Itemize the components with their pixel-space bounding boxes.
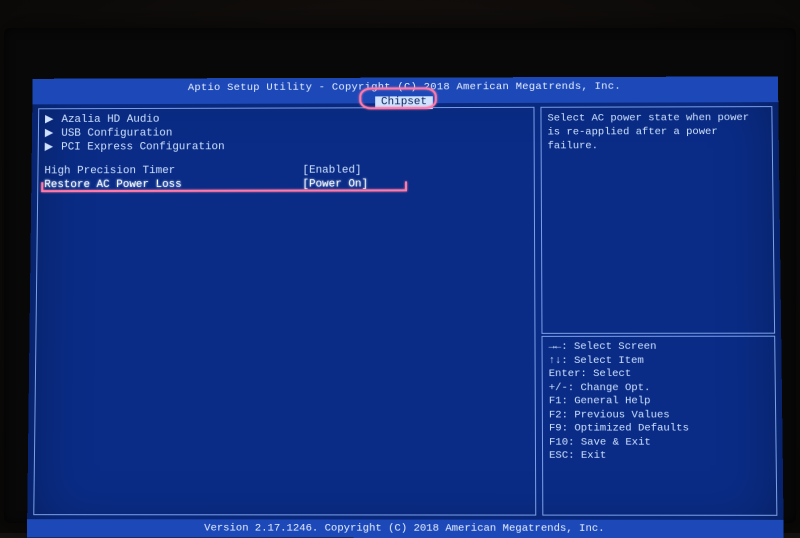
hotkey-line: F2: Previous Values — [549, 409, 769, 423]
title-bar: Aptio Setup Utility - Copyright (C) 2018… — [32, 76, 778, 104]
hotkey-line: F9: Optimized Defaults — [549, 423, 769, 437]
option-value: [Power On] — [302, 178, 368, 192]
hotkey-line: +/-: Change Opt. — [549, 382, 769, 396]
footer-bar: Version 2.17.1246. Copyright (C) 2018 Am… — [27, 519, 784, 538]
bios-screen: Aptio Setup Utility - Copyright (C) 2018… — [27, 76, 784, 538]
option-restore-ac-power-loss[interactable]: Restore AC Power Loss [Power On] — [44, 177, 528, 192]
hotkey-line: F1: General Help — [549, 396, 769, 410]
submenu-label: Azalia HD Audio — [61, 114, 159, 126]
help-text-box: Select AC power state when power is re-a… — [540, 106, 775, 334]
submenu-usb-configuration[interactable]: ▶ USB Configuration — [45, 126, 528, 141]
submenu-label: PCI Express Configuration — [61, 141, 225, 153]
hotkey-line: ↑↓: Select Item — [549, 355, 769, 369]
hotkeys-box: →←: Select Screen ↑↓: Select Item Enter:… — [541, 336, 777, 516]
option-high-precision-timer[interactable]: High Precision Timer [Enabled] — [44, 163, 527, 178]
body-area: ▶ Azalia HD Audio ▶ USB Configuration ▶ … — [27, 102, 783, 520]
help-text: Select AC power state when power is re-a… — [547, 112, 749, 152]
submenu-arrow-icon: ▶ — [45, 127, 55, 141]
option-value: [Enabled] — [302, 164, 361, 178]
submenu-label: USB Configuration — [61, 128, 172, 140]
utility-title: Aptio Setup Utility - Copyright (C) 2018… — [32, 79, 778, 95]
hotkey-line: F10: Save & Exit — [549, 437, 769, 451]
side-panel: Select AC power state when power is re-a… — [540, 106, 777, 516]
option-label: Restore AC Power Loss — [44, 178, 302, 192]
hotkey-line: →←: Select Screen — [549, 341, 769, 355]
option-label: High Precision Timer — [44, 164, 302, 178]
submenu-arrow-icon: ▶ — [45, 113, 55, 127]
hotkey-line: ESC: Exit — [549, 450, 770, 464]
submenu-pci-express-configuration[interactable]: ▶ PCI Express Configuration — [45, 139, 528, 154]
tv-bezel: Aptio Setup Utility - Copyright (C) 2018… — [4, 28, 796, 523]
submenu-arrow-icon: ▶ — [45, 141, 55, 155]
submenu-azalia-hd-audio[interactable]: ▶ Azalia HD Audio — [45, 112, 528, 127]
main-panel: ▶ Azalia HD Audio ▶ USB Configuration ▶ … — [33, 107, 536, 516]
footer-text: Version 2.17.1246. Copyright (C) 2018 Am… — [204, 522, 605, 535]
hotkey-line: Enter: Select — [549, 368, 769, 382]
